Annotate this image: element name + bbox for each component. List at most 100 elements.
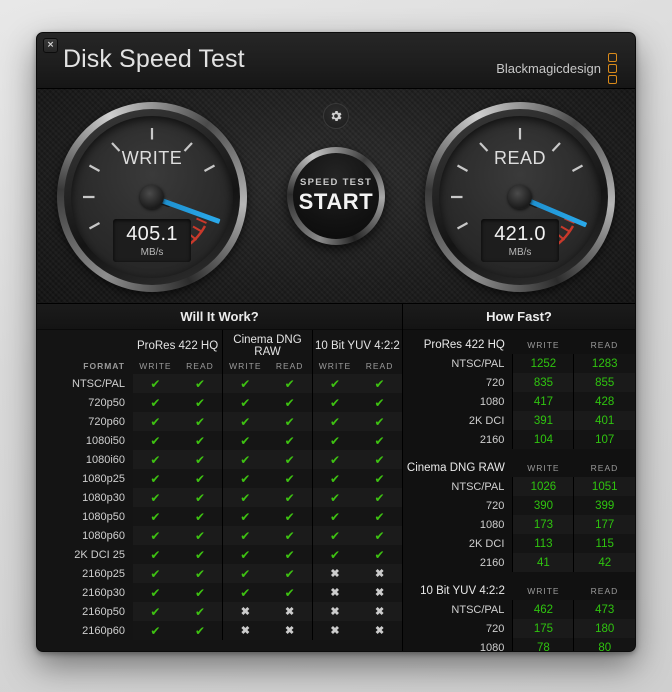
table-row: 720 835 855 [403, 373, 635, 392]
write-speed-value: 173 [512, 515, 574, 534]
format-label: 720 [486, 622, 505, 635]
will-it-work-panel: Will It Work? ProRes 422 HQ Cinema DNG R… [37, 304, 403, 651]
check-icon: ✔ [177, 564, 223, 583]
gauge-face: WRITE 405.1 MB/s [71, 116, 233, 278]
table-row: 1080 173 177 [403, 515, 635, 534]
check-icon: ✔ [177, 450, 223, 469]
check-icon: ✔ [177, 393, 223, 412]
table-row: 1080 417 428 [403, 392, 635, 411]
read-speed-value: 428 [573, 392, 635, 411]
check-icon: ✔ [133, 412, 178, 431]
check-icon: ✔ [133, 450, 178, 469]
cross-icon: ✖ [267, 621, 313, 640]
format-label: 2K DCI [468, 414, 505, 427]
read-unit: MB/s [508, 247, 532, 258]
cross-icon: ✖ [267, 602, 313, 621]
check-icon: ✔ [177, 621, 223, 640]
cross-icon: ✖ [357, 583, 402, 602]
cross-icon: ✖ [311, 621, 358, 640]
write-value: 405.1 [126, 223, 178, 245]
check-icon: ✔ [311, 469, 358, 488]
read-value: 421.0 [494, 223, 546, 245]
subheader-read: READ [590, 586, 619, 596]
write-needle-hub [140, 185, 164, 209]
close-icon[interactable]: × [43, 38, 58, 53]
write-unit: MB/s [140, 247, 164, 258]
title-bar: Disk Speed Test Blackmagicdesign [37, 33, 635, 89]
read-speed-value: 80 [573, 638, 635, 651]
subheader-read: READ [590, 463, 619, 473]
subheader-dng-write: WRITE [222, 358, 268, 374]
check-icon: ✔ [267, 412, 313, 431]
read-speed-value: 107 [573, 430, 635, 449]
read-speed-value: 855 [573, 373, 635, 392]
write-speed-value: 78 [512, 638, 574, 651]
table-row: 2160 41 42 [403, 553, 635, 572]
format-label: NTSC/PAL [451, 357, 505, 370]
check-icon: ✔ [222, 583, 268, 602]
write-readout: 405.1 MB/s [113, 219, 191, 262]
subheader-prores-read: READ [186, 361, 214, 371]
cross-icon: ✖ [357, 602, 402, 621]
format-label: 1080p25 [82, 472, 125, 485]
check-icon: ✔ [311, 412, 358, 431]
table-row: 2160p25 ✔ ✔ ✔ ✔ ✖ ✖ [37, 564, 402, 583]
check-icon: ✔ [222, 545, 268, 564]
how-fast-title: How Fast? [403, 304, 635, 330]
read-needle-hub [508, 185, 532, 209]
cross-icon: ✖ [222, 621, 268, 640]
check-icon: ✔ [177, 507, 223, 526]
format-label: NTSC/PAL [451, 603, 505, 616]
settings-button[interactable] [323, 103, 349, 129]
table-row: 1080p60 ✔ ✔ ✔ ✔ ✔ ✔ [37, 526, 402, 545]
check-icon: ✔ [357, 431, 402, 450]
check-icon: ✔ [311, 488, 358, 507]
cross-icon: ✖ [311, 602, 358, 621]
check-icon: ✔ [267, 545, 313, 564]
check-icon: ✔ [222, 564, 268, 583]
format-label: 720 [486, 499, 505, 512]
table-row: 720 175 180 [403, 619, 635, 638]
format-label: 1080p50 [82, 510, 125, 523]
check-icon: ✔ [177, 469, 223, 488]
will-it-work-table: ProRes 422 HQ Cinema DNG RAW 10 Bit YUV … [37, 330, 402, 640]
results-panels: Will It Work? ProRes 422 HQ Cinema DNG R… [37, 304, 635, 651]
check-icon: ✔ [311, 450, 358, 469]
table-row: 1080i60 ✔ ✔ ✔ ✔ ✔ ✔ [37, 450, 402, 469]
check-icon: ✔ [177, 412, 223, 431]
table-row: 1080i50 ✔ ✔ ✔ ✔ ✔ ✔ [37, 431, 402, 450]
format-label: 1080 [479, 518, 505, 531]
read-speed-value: 177 [573, 515, 635, 534]
read-speed-value: 401 [573, 411, 635, 430]
check-icon: ✔ [133, 469, 178, 488]
gauges-panel: WRITE 405.1 MB/s SPEED TEST START READ 4… [37, 89, 635, 304]
table-row: 2160p30 ✔ ✔ ✔ ✔ ✖ ✖ [37, 583, 402, 602]
start-button-label: START [298, 189, 374, 214]
will-it-work-head: ProRes 422 HQ Cinema DNG RAW 10 Bit YUV … [37, 330, 402, 374]
check-icon: ✔ [133, 545, 178, 564]
read-gauge-label: READ [493, 148, 546, 168]
speed-test-start-button[interactable]: SPEED TEST START [287, 147, 385, 245]
check-icon: ✔ [222, 431, 268, 450]
read-speed-value: 399 [573, 496, 635, 515]
check-icon: ✔ [222, 469, 268, 488]
check-icon: ✔ [133, 431, 178, 450]
check-icon: ✔ [311, 545, 358, 564]
write-speed-value: 104 [512, 430, 574, 449]
format-label: NTSC/PAL [451, 480, 505, 493]
check-icon: ✔ [222, 393, 268, 412]
format-label: NTSC/PAL [72, 377, 125, 390]
table-row: 2K DCI 113 115 [403, 534, 635, 553]
read-readout: 421.0 MB/s [481, 219, 559, 262]
write-gauge-label: WRITE [121, 148, 183, 168]
check-icon: ✔ [357, 545, 402, 564]
section-name: 10 Bit YUV 4:2:2 [420, 585, 505, 597]
check-icon: ✔ [177, 583, 223, 602]
check-icon: ✔ [133, 374, 178, 393]
check-icon: ✔ [222, 488, 268, 507]
how-fast-body: ProRes 422 HQ WRITE READ NTSC/PAL 1252 1283 72… [403, 332, 635, 651]
gear-icon [331, 110, 342, 122]
check-icon: ✔ [357, 393, 402, 412]
section-name: Cinema DNG RAW [406, 462, 505, 474]
subheader-prores-write: WRITE [139, 361, 172, 371]
